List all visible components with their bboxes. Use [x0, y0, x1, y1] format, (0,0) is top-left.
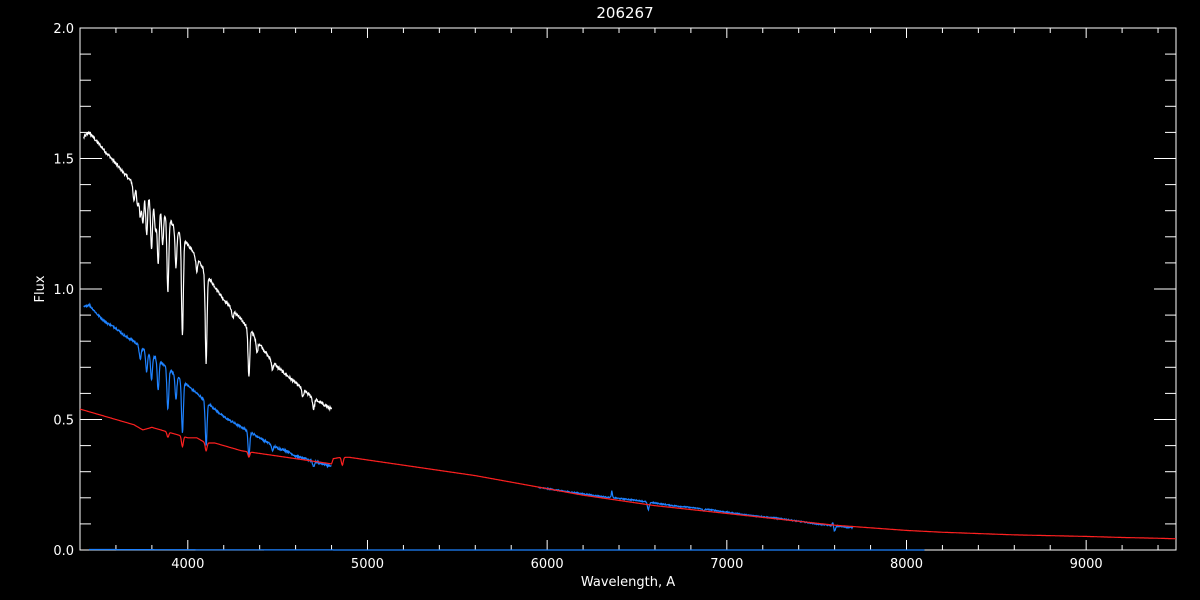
x-tick-label: 8000 [890, 557, 923, 572]
y-tick-label: 2.0 [53, 22, 74, 37]
y-tick-label: 1.0 [53, 283, 74, 298]
chart-background [0, 0, 1200, 600]
y-axis-label: Flux [33, 275, 48, 302]
x-tick-label: 6000 [531, 557, 564, 572]
series-line-3 [89, 548, 925, 551]
y-tick-label: 0.0 [53, 544, 74, 559]
y-tick-label: 0.5 [53, 414, 74, 429]
x-tick-label: 5000 [351, 557, 384, 572]
x-tick-label: 4000 [171, 557, 204, 572]
x-tick-label: 9000 [1070, 557, 1103, 572]
chart-title: 206267 [596, 4, 653, 22]
spectrum-chart: 206267 4000 5000 6000 7000 8000 9000 0.0 0.5 1.0… [0, 0, 1200, 600]
x-tick-label: 7000 [710, 557, 743, 572]
y-tick-label: 1.5 [53, 153, 74, 168]
x-axis-label: Wavelength, A [581, 575, 675, 590]
